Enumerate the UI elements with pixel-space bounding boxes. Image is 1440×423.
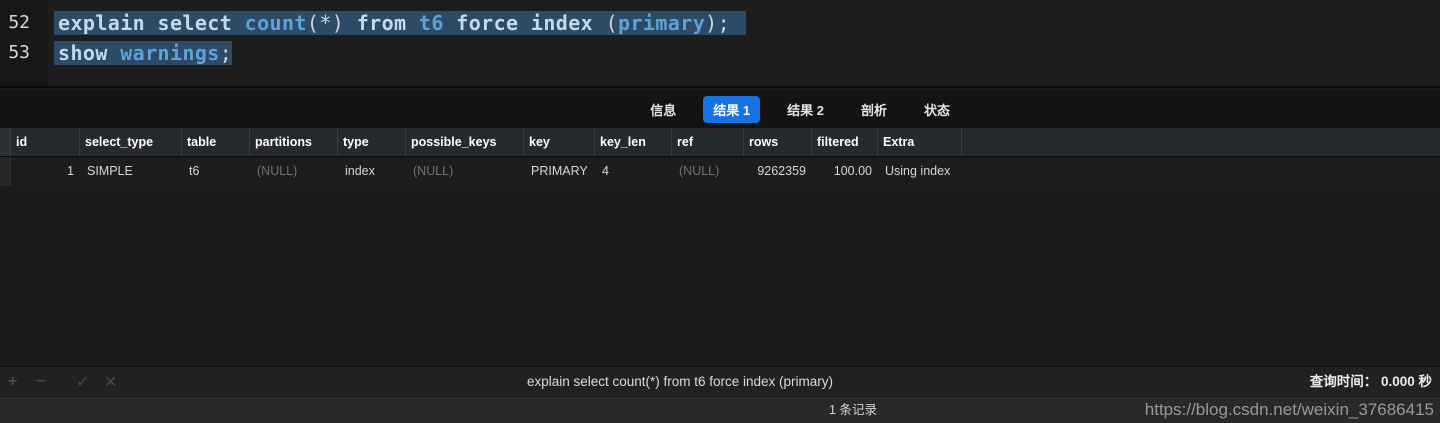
token: primary [618, 11, 705, 35]
cell-filtered[interactable]: 100.00 [812, 157, 878, 186]
token: select [158, 11, 233, 35]
cell-type[interactable]: index [338, 157, 406, 186]
column-header-ref[interactable]: ref [672, 128, 744, 156]
cell-row-indicator[interactable] [0, 157, 11, 186]
column-header-table[interactable]: table [182, 128, 250, 156]
record-count-label: 1 条记录 [829, 397, 877, 423]
column-header-id[interactable]: id [11, 128, 80, 156]
token: ( [307, 11, 319, 35]
grid-body: 1SIMPLEt6(NULL)index(NULL)PRIMARY4(NULL)… [0, 157, 1440, 186]
tab-result-2[interactable]: 结果 2 [777, 96, 834, 123]
tab-profile[interactable]: 剖析 [851, 96, 897, 123]
token [406, 11, 418, 35]
cell-select_type[interactable]: SIMPLE [80, 157, 182, 186]
tab-status[interactable]: 状态 [914, 96, 960, 123]
token [232, 11, 244, 35]
result-grid[interactable]: idselect_typetablepartitionstypepossible… [0, 128, 1440, 366]
apply-changes-icon[interactable]: ✓ [76, 372, 104, 392]
cell-id[interactable]: 1 [11, 157, 80, 186]
token: ) [332, 11, 344, 35]
selection-highlight: show warnings; [54, 41, 232, 65]
editor-lines: 5152explain select count(*) from t6 forc… [0, 0, 1440, 68]
token [518, 11, 530, 35]
code-text: show warnings; [40, 38, 232, 68]
selection-highlight: explain select count(*) from t6 force in… [54, 11, 746, 35]
column-header-key_len[interactable]: key_len [595, 128, 672, 156]
line-number: 52 [0, 8, 40, 38]
column-header-row-indicator[interactable] [0, 128, 11, 156]
query-editor-window: 5152explain select count(*) from t6 forc… [0, 0, 1440, 423]
token: ; [718, 11, 730, 35]
token: force [456, 11, 518, 35]
code-text: explain select count(*) from t6 force in… [40, 8, 746, 38]
column-header-type[interactable]: type [338, 128, 406, 156]
column-header-possible_keys[interactable]: possible_keys [406, 128, 524, 156]
line-number: 53 [0, 38, 40, 68]
token: index [531, 11, 593, 35]
token: show [58, 41, 108, 65]
column-header-key[interactable]: key [524, 128, 595, 156]
add-record-icon[interactable]: + [8, 373, 36, 391]
cell-key_len[interactable]: 4 [595, 157, 672, 186]
cell-table[interactable]: t6 [182, 157, 250, 186]
discard-changes-icon[interactable]: ✕ [104, 372, 132, 392]
watermark-url: https://blog.csdn.net/weixin_37686415 [1145, 400, 1434, 420]
token [593, 11, 605, 35]
token: count [245, 11, 307, 35]
code-line-51[interactable]: 51 [0, 0, 1440, 8]
cell-key[interactable]: PRIMARY [524, 157, 595, 186]
token: t6 [419, 11, 444, 35]
line-number: 51 [0, 0, 40, 8]
delete-record-icon[interactable]: − [36, 373, 64, 391]
table-row[interactable]: 1SIMPLEt6(NULL)index(NULL)PRIMARY4(NULL)… [0, 157, 1440, 186]
code-line-53[interactable]: 53 show warnings; [0, 38, 1440, 68]
record-toolbar: +−✓✕ explain select count(*) from t6 for… [0, 366, 1440, 396]
token: ; [220, 41, 232, 65]
cell-possible_keys[interactable]: (NULL) [406, 157, 524, 186]
token [444, 11, 456, 35]
record-toolbar-icons: +−✓✕ [8, 367, 132, 396]
cell-Extra[interactable]: Using index [878, 157, 962, 186]
code-text [40, 0, 58, 8]
executed-statement-text: explain select count(*) from t6 force in… [527, 367, 833, 397]
cell-partitions[interactable]: (NULL) [250, 157, 338, 186]
column-header-filtered[interactable]: filtered [812, 128, 878, 156]
column-header-partitions[interactable]: partitions [250, 128, 338, 156]
token [108, 41, 120, 65]
token: ) [705, 11, 717, 35]
code-line-52[interactable]: 52 explain select count(*) from t6 force … [0, 8, 1440, 38]
token: * [319, 11, 331, 35]
token [344, 11, 356, 35]
token: ( [606, 11, 618, 35]
sql-editor[interactable]: 5152explain select count(*) from t6 forc… [0, 0, 1440, 88]
column-header-filler [962, 128, 1440, 156]
cell-rows[interactable]: 9262359 [744, 157, 812, 186]
grid-header-row: idselect_typetablepartitionstypepossible… [0, 128, 1440, 157]
token: warnings [120, 41, 220, 65]
column-header-Extra[interactable]: Extra [878, 128, 962, 156]
result-tabgroup: 信息结果 1 结果 2 剖析状态 [640, 96, 960, 123]
result-tabbar: 信息结果 1 结果 2 剖析状态 [0, 90, 1440, 128]
token: explain [58, 11, 145, 35]
column-header-select_type[interactable]: select_type [80, 128, 182, 156]
column-header-rows[interactable]: rows [744, 128, 812, 156]
cell-ref[interactable]: (NULL) [672, 157, 744, 186]
tab-result-1[interactable]: 结果 1 [703, 96, 760, 123]
token [145, 11, 157, 35]
token: from [357, 11, 407, 35]
query-time-label: 查询时间： 0.000 秒 [1310, 367, 1432, 397]
tab-info[interactable]: 信息 [640, 96, 686, 123]
